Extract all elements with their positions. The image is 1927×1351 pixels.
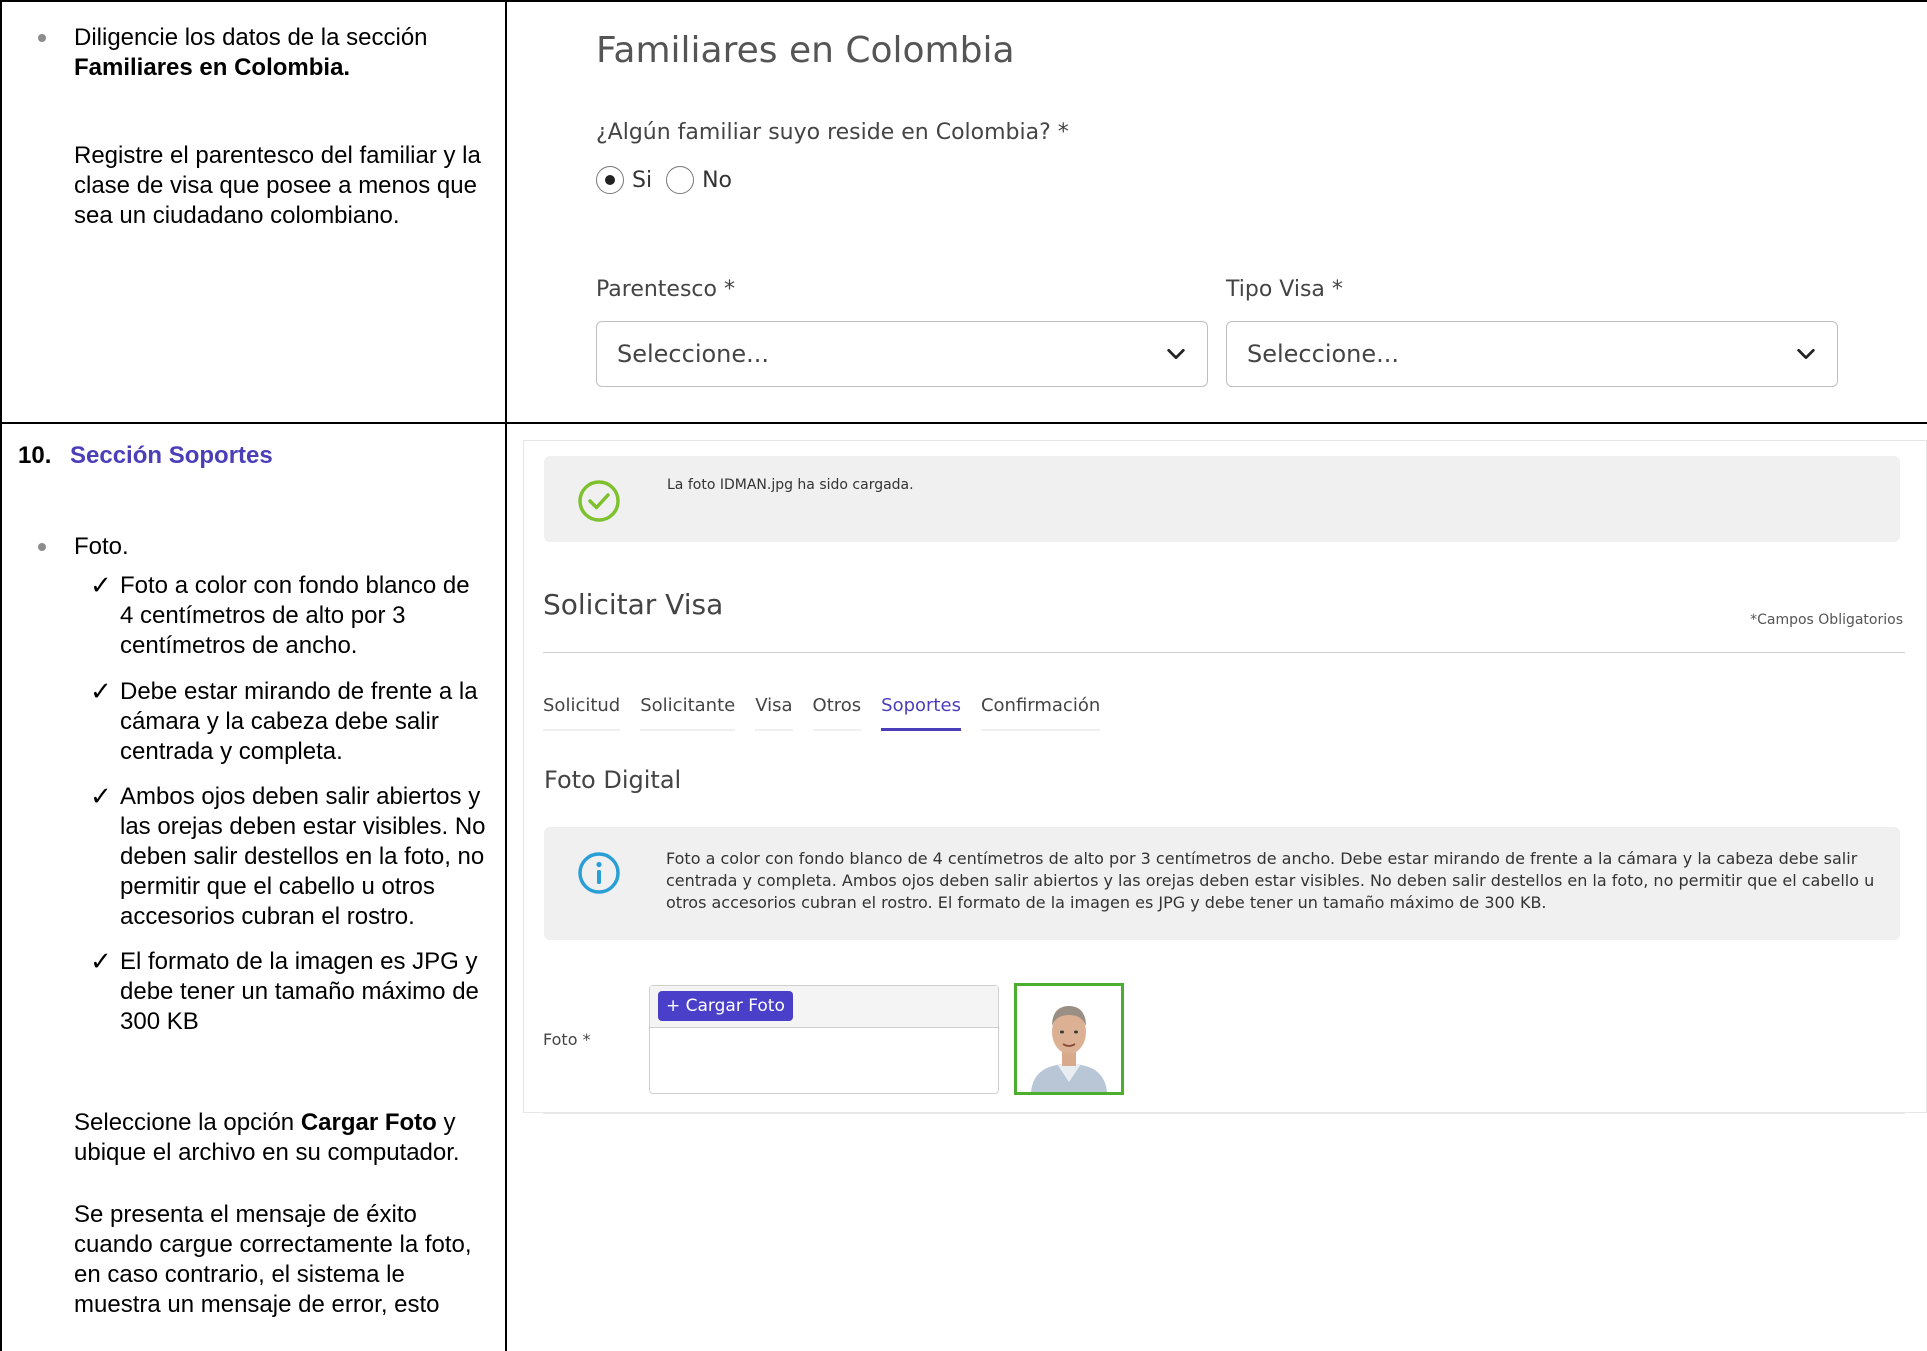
checkmark-icon: ✓ <box>90 677 112 707</box>
foto-digital-title: Foto Digital <box>544 766 682 794</box>
checkmark-icon: ✓ <box>90 571 112 601</box>
select-instruction-post: y <box>436 1109 456 1136</box>
chevron-down-icon <box>1797 348 1815 360</box>
tipo-visa-select[interactable]: Seleccione... <box>1226 321 1838 387</box>
portrait-photo <box>1017 986 1121 1092</box>
upload-dropzone[interactable]: + Cargar Foto <box>649 985 999 1094</box>
cargar-foto-button[interactable]: + Cargar Foto <box>658 991 793 1021</box>
check-line: Ambos ojos deben salir abiertos y <box>120 783 481 810</box>
info-text: Foto a color con fondo blanco de 4 centí… <box>666 849 1875 912</box>
wizard-tabs: Solicitud Solicitante Visa Otros Soporte… <box>543 695 1101 731</box>
check-line: 300 KB <box>120 1008 199 1035</box>
check-line: accesorios cubran el rostro. <box>120 903 415 930</box>
instruction-bold: Familiares en Colombia. <box>74 54 351 81</box>
select-instruction-bold: Cargar Foto <box>300 1109 437 1136</box>
section-number: 10. <box>18 442 52 469</box>
tab-soportes[interactable]: Soportes <box>881 695 961 731</box>
checkmark-icon: ✓ <box>90 947 112 977</box>
message-line: cuando cargue correctamente la foto, <box>74 1231 472 1258</box>
uploaded-photo-thumbnail <box>1014 983 1124 1095</box>
success-alert <box>544 456 1900 542</box>
bullet-text: Foto. <box>74 533 129 560</box>
message-line: en caso contrario, el sistema le <box>74 1261 405 1288</box>
parentesco-select-value: Seleccione... <box>617 340 770 368</box>
message-line: muestra un mensaje de error, esto <box>74 1291 440 1318</box>
check-line: centrada y completa. <box>120 738 343 765</box>
radio-si-label[interactable]: Si <box>632 168 652 193</box>
familiar-question: ¿Algún familiar suyo reside en Colombia?… <box>596 120 1069 145</box>
instruction-line: clase de visa que posee a menos que <box>74 172 477 199</box>
tab-solicitante[interactable]: Solicitante <box>640 695 736 731</box>
check-line: centímetros de ancho. <box>120 632 358 659</box>
radio-selected-dot <box>605 175 615 185</box>
check-line: deben salir destellos en la foto, no <box>120 843 485 870</box>
check-line: las orejas deben estar visibles. No <box>120 813 486 840</box>
select-instruction-line: ubique el archivo en su computador. <box>74 1139 460 1166</box>
check-line: cámara y la cabeza debe salir <box>120 708 439 735</box>
foto-label: Foto * <box>543 1030 591 1049</box>
instruction-line: Registre el parentesco del familiar y la <box>74 142 481 169</box>
select-instruction-pre: Seleccione la opción <box>74 1109 301 1136</box>
instruction-line: Diligencie los datos de la sección <box>74 24 428 51</box>
section-title: Sección Soportes <box>70 442 273 469</box>
check-circle-icon <box>578 480 620 522</box>
success-message: La foto IDMAN.jpg ha sido cargada. <box>667 477 914 493</box>
radio-si[interactable] <box>596 166 624 194</box>
bullet-icon <box>38 543 46 551</box>
chevron-down-icon <box>1167 348 1185 360</box>
check-line: El formato de la imagen es JPG y <box>120 948 478 975</box>
tipo-visa-select-value: Seleccione... <box>1247 340 1400 368</box>
select-instruction: Seleccione la opción Cargar Foto y <box>74 1108 456 1138</box>
message-line: Se presenta el mensaje de éxito <box>74 1201 417 1228</box>
required-fields-note: *Campos Obligatorios <box>1750 612 1903 628</box>
familiar-radio-group: Si No <box>596 164 732 196</box>
checkmark-icon: ✓ <box>90 782 112 812</box>
parentesco-label: Parentesco * <box>596 277 735 302</box>
upload-toolbar: + Cargar Foto <box>650 986 998 1028</box>
title-divider <box>543 652 1905 653</box>
tab-otros[interactable]: Otros <box>812 695 862 731</box>
radio-no-label[interactable]: No <box>702 168 732 193</box>
check-line: debe tener un tamaño máximo de <box>120 978 479 1005</box>
check-line: permitir que el cabello u otros <box>120 873 435 900</box>
parentesco-select[interactable]: Seleccione... <box>596 321 1208 387</box>
tab-confirmacion[interactable]: Confirmación <box>980 695 1101 731</box>
radio-no[interactable] <box>666 166 695 194</box>
familiares-title: Familiares en Colombia <box>596 30 1015 71</box>
tab-solicitud[interactable]: Solicitud <box>543 695 621 731</box>
panel-divider <box>543 1112 1905 1114</box>
check-line: Foto a color con fondo blanco de <box>120 572 470 599</box>
info-icon <box>578 852 620 894</box>
tipo-visa-label: Tipo Visa * <box>1226 277 1343 302</box>
tab-visa[interactable]: Visa <box>755 695 793 731</box>
solicitar-visa-title: Solicitar Visa <box>543 588 724 621</box>
check-line: Debe estar mirando de frente a la <box>120 678 478 705</box>
bullet-icon <box>38 34 46 42</box>
instruction-line: sea un ciudadano colombiano. <box>74 202 400 229</box>
check-line: 4 centímetros de alto por 3 <box>120 602 406 629</box>
